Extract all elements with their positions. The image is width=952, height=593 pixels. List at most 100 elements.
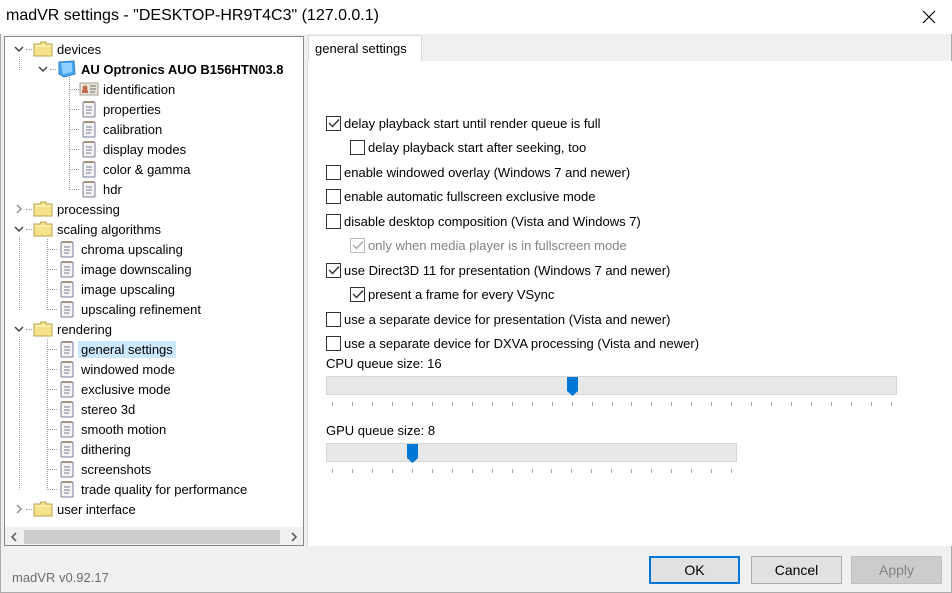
- chevron-right-icon: [16, 504, 23, 514]
- collapse-toggle[interactable]: [12, 39, 26, 59]
- option-checkbox[interactable]: use Direct3D 11 for presentation (Window…: [326, 260, 670, 280]
- apply-button[interactable]: Apply: [851, 556, 942, 584]
- tree-item[interactable]: processing: [33, 199, 123, 219]
- checkbox-unchecked[interactable]: [326, 188, 341, 204]
- slider-tick: [512, 402, 513, 406]
- checkbox-unchecked[interactable]: [326, 213, 341, 229]
- slider-tick: [631, 402, 632, 406]
- option-checkbox[interactable]: enable windowed overlay (Windows 7 and n…: [326, 162, 630, 182]
- window-title: madVR settings - "DESKTOP-HR9T4C3" (127.…: [6, 7, 379, 24]
- settings-tree[interactable]: devices AU Optronics AUO B156HTN03.8 ident…: [4, 36, 304, 546]
- option-checkbox[interactable]: use a separate device for presentation (…: [326, 309, 670, 329]
- option-checkbox[interactable]: delay playback start after seeking, too: [350, 137, 586, 157]
- tree-item[interactable]: smooth motion: [57, 419, 169, 439]
- slider-tick: [671, 469, 672, 473]
- tree-item-label: properties: [103, 101, 161, 117]
- tree-item[interactable]: identification: [79, 79, 178, 99]
- tree-item[interactable]: dithering: [57, 439, 134, 459]
- tree-guide-line: [19, 57, 20, 70]
- tree-item[interactable]: display modes: [79, 139, 189, 159]
- checkbox-unchecked[interactable]: [350, 139, 365, 155]
- slider-track[interactable]: [326, 376, 897, 395]
- scroll-left-button[interactable]: [5, 528, 23, 545]
- slider-tick: [332, 469, 333, 473]
- slider-thumb[interactable]: [407, 444, 418, 463]
- ok-button[interactable]: OK: [649, 556, 740, 584]
- tree-item[interactable]: calibration: [79, 119, 165, 139]
- tree-item[interactable]: rendering: [33, 319, 115, 339]
- tree-item[interactable]: stereo 3d: [57, 399, 138, 419]
- tree-item[interactable]: devices: [33, 39, 104, 59]
- tree-item[interactable]: general settings: [57, 339, 176, 359]
- collapse-toggle[interactable]: [12, 219, 26, 239]
- tree-item-label: processing: [57, 201, 120, 217]
- tree-item[interactable]: AU Optronics AUO B156HTN03.8: [57, 59, 287, 79]
- tree-item-label: image downscaling: [81, 261, 192, 277]
- tree-item[interactable]: windowed mode: [57, 359, 178, 379]
- tree-connector: [47, 409, 57, 410]
- tree-item[interactable]: image upscaling: [57, 279, 178, 299]
- collapse-toggle[interactable]: [36, 59, 50, 79]
- close-button[interactable]: [906, 0, 952, 34]
- checkbox-unchecked[interactable]: [326, 311, 341, 327]
- tree-item[interactable]: screenshots: [57, 459, 154, 479]
- slider-tick: [871, 402, 872, 406]
- slider-tick: [452, 469, 453, 473]
- checkbox-unchecked[interactable]: [326, 335, 341, 351]
- option-checkbox[interactable]: delay playback start until render queue …: [326, 113, 601, 133]
- folder-icon: [33, 500, 53, 518]
- tree-item[interactable]: upscaling refinement: [57, 299, 204, 319]
- tree-item[interactable]: trade quality for performance: [57, 479, 250, 499]
- cpu-queue-slider[interactable]: [326, 376, 897, 410]
- tree-item[interactable]: user interface: [33, 499, 139, 519]
- slider-track[interactable]: [326, 443, 737, 462]
- slider-thumb[interactable]: [567, 377, 578, 396]
- checkbox-checked[interactable]: [350, 237, 365, 253]
- tree-item[interactable]: chroma upscaling: [57, 239, 186, 259]
- option-checkbox[interactable]: disable desktop composition (Vista and W…: [326, 211, 641, 231]
- slider-tick: [492, 402, 493, 406]
- document-icon: [57, 240, 77, 258]
- tree-connector: [47, 309, 57, 310]
- cancel-button[interactable]: Cancel: [751, 556, 842, 584]
- collapse-toggle[interactable]: [12, 319, 26, 339]
- horizontal-scrollbar[interactable]: [5, 527, 303, 545]
- chevron-down-icon: [14, 226, 24, 233]
- option-checkbox[interactable]: only when media player is in fullscreen …: [350, 235, 627, 255]
- option-checkbox[interactable]: enable automatic fullscreen exclusive mo…: [326, 186, 595, 206]
- scrollbar-thumb[interactable]: [24, 530, 280, 544]
- checkbox-checked[interactable]: [350, 286, 365, 302]
- expand-toggle[interactable]: [12, 199, 26, 219]
- tree-item[interactable]: properties: [79, 99, 164, 119]
- option-checkbox[interactable]: present a frame for every VSync: [350, 284, 554, 304]
- document-icon: [79, 140, 99, 158]
- chevron-down-icon: [14, 46, 24, 53]
- checkbox-checked[interactable]: [326, 262, 341, 278]
- tree-connector: [47, 369, 57, 370]
- title-bar: madVR settings - "DESKTOP-HR9T4C3" (127.…: [0, 0, 952, 34]
- checkbox-unchecked[interactable]: [326, 164, 341, 180]
- slider-tick: [551, 469, 552, 473]
- slider-tick: [751, 402, 752, 406]
- tree-item[interactable]: image downscaling: [57, 259, 195, 279]
- tree-item[interactable]: hdr: [79, 179, 125, 199]
- tree-guide-line: [69, 77, 70, 190]
- tree-item[interactable]: scaling algorithms: [33, 219, 164, 239]
- scroll-right-button[interactable]: [285, 528, 303, 545]
- tab-general-settings[interactable]: general settings: [308, 35, 422, 61]
- tree-item-label: scaling algorithms: [57, 221, 162, 237]
- expand-toggle[interactable]: [12, 499, 26, 519]
- chevron-left-icon: [10, 532, 17, 542]
- tree-item-label: calibration: [103, 121, 163, 137]
- option-checkbox[interactable]: use a separate device for DXVA processin…: [326, 333, 699, 353]
- slider-tick: [811, 402, 812, 406]
- cpu-queue-label: CPU queue size: 16: [326, 356, 442, 371]
- tree-item[interactable]: exclusive mode: [57, 379, 174, 399]
- folder-icon: [33, 220, 53, 238]
- gpu-queue-slider[interactable]: [326, 443, 737, 477]
- document-icon: [57, 380, 77, 398]
- tree-item[interactable]: color & gamma: [79, 159, 193, 179]
- tree-item-label: trade quality for performance: [81, 481, 248, 497]
- checkbox-checked[interactable]: [326, 115, 341, 131]
- slider-tick: [691, 469, 692, 473]
